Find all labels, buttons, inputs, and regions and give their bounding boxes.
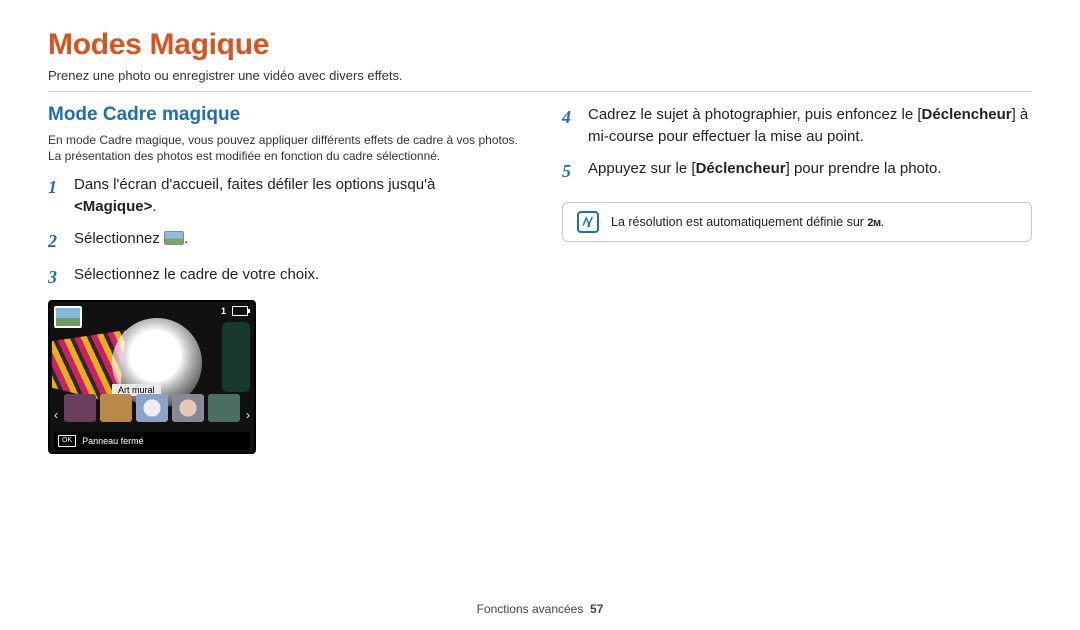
step-text-part: Appuyez sur le [ bbox=[588, 160, 696, 177]
step-text: Cadrez le sujet à photographier, puis en… bbox=[588, 104, 1032, 148]
note-box: La résolution est automatiquement défini… bbox=[562, 202, 1032, 242]
step-text: Sélectionnez le cadre de votre choix. bbox=[74, 264, 518, 290]
panel-closed-label: Panneau fermé bbox=[82, 436, 144, 446]
frame-thumb bbox=[208, 394, 240, 422]
page-title: Modes Magique bbox=[48, 28, 1032, 62]
left-column: Mode Cadre magique En mode Cadre magique… bbox=[48, 104, 518, 454]
footer-section: Fonctions avancées bbox=[477, 602, 584, 616]
step-text-part: Sélectionnez bbox=[74, 230, 164, 247]
step-text: Appuyez sur le [Déclencheur] pour prendr… bbox=[588, 158, 1032, 184]
section-heading: Mode Cadre magique bbox=[48, 104, 518, 126]
note-icon bbox=[577, 211, 599, 233]
mural-shape bbox=[222, 322, 250, 392]
frame-thumb bbox=[172, 394, 204, 422]
right-column: 4 Cadrez le sujet à photographier, puis … bbox=[562, 104, 1032, 454]
step-text-bold: <Magique> bbox=[74, 198, 152, 215]
section-lead: En mode Cadre magique, vous pouvez appli… bbox=[48, 132, 518, 164]
step-text-bold: Déclencheur bbox=[922, 106, 1012, 123]
frame-thumb bbox=[100, 394, 132, 422]
frame-thumb bbox=[136, 394, 168, 422]
page-intro: Prenez une photo ou enregistrer une vidé… bbox=[48, 68, 1032, 83]
note-text-part: La résolution est automatiquement défini… bbox=[611, 215, 867, 229]
divider bbox=[48, 91, 1032, 92]
step-number: 4 bbox=[562, 104, 578, 148]
prev-frame-arrow-icon: ‹ bbox=[54, 408, 58, 422]
step-number: 3 bbox=[48, 264, 64, 290]
step-text-part: Dans l'écran d'accueil, faites défiler l… bbox=[74, 176, 435, 193]
ok-button-icon: OK bbox=[58, 435, 76, 447]
step-text-part: ] pour prendre la photo. bbox=[786, 160, 942, 177]
magic-frame-mode-icon bbox=[164, 231, 184, 245]
note-text-part: . bbox=[881, 215, 884, 229]
step-1: 1 Dans l'écran d'accueil, faites défiler… bbox=[48, 174, 518, 218]
step-text: Dans l'écran d'accueil, faites défiler l… bbox=[74, 174, 518, 218]
step-text-part: . bbox=[152, 198, 156, 215]
frame-thumbnails bbox=[64, 394, 240, 422]
step-text-part: . bbox=[184, 230, 188, 247]
step-5: 5 Appuyez sur le [Déclencheur] pour pren… bbox=[562, 158, 1032, 184]
frame-thumb bbox=[64, 394, 96, 422]
camera-preview-illustration: 1 2ᴍ Art mural ‹ › bbox=[48, 300, 256, 454]
note-text: La résolution est automatiquement défini… bbox=[611, 215, 884, 229]
step-text: Sélectionnez . bbox=[74, 228, 518, 254]
step-2: 2 Sélectionnez . bbox=[48, 228, 518, 254]
next-frame-arrow-icon: › bbox=[246, 408, 250, 422]
step-number: 1 bbox=[48, 174, 64, 218]
step-4: 4 Cadrez le sujet à photographier, puis … bbox=[562, 104, 1032, 148]
step-number: 2 bbox=[48, 228, 64, 254]
resolution-glyph: 2ᴍ bbox=[867, 217, 880, 229]
step-3: 3 Sélectionnez le cadre de votre choix. bbox=[48, 264, 518, 290]
page-footer: Fonctions avancées 57 bbox=[0, 602, 1080, 616]
footer-page-number: 57 bbox=[590, 602, 603, 616]
step-number: 5 bbox=[562, 158, 578, 184]
step-text-part: Cadrez le sujet à photographier, puis en… bbox=[588, 106, 922, 123]
step-text-bold: Déclencheur bbox=[696, 160, 786, 177]
